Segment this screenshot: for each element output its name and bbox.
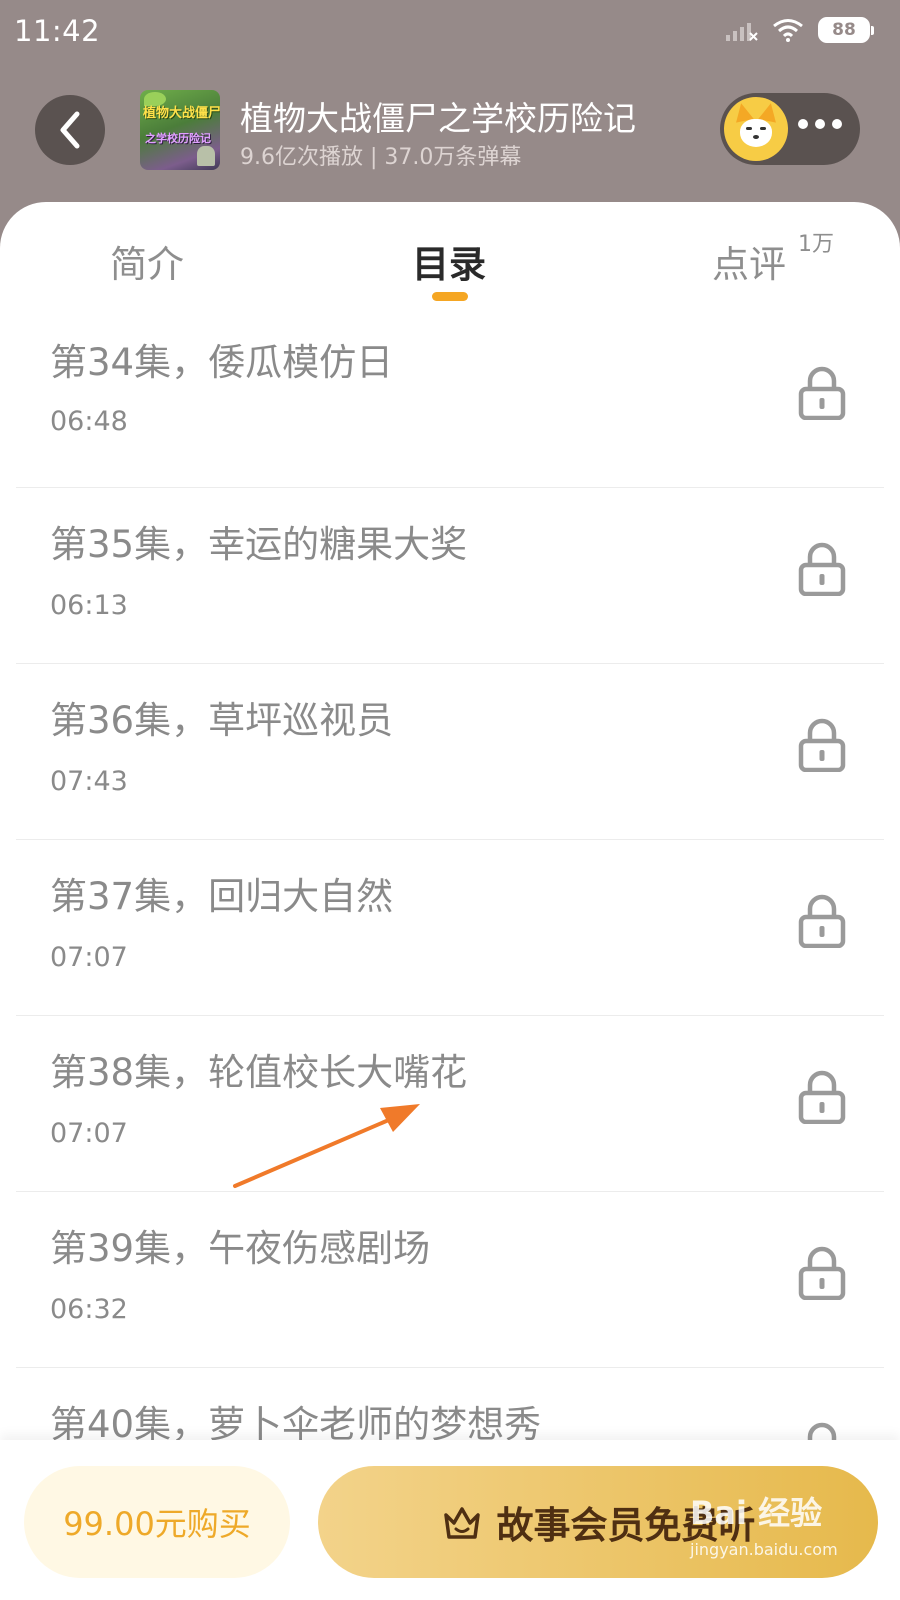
battery-level: 88 bbox=[832, 20, 856, 40]
vip-free-listen-button[interactable]: 故事会员免费听 bbox=[318, 1466, 878, 1578]
bottom-action-bar: 99.00元购买 故事会员免费听 bbox=[0, 1440, 900, 1600]
episode-item[interactable]: 第35集，幸运的糖果大奖 06:13 bbox=[0, 488, 900, 664]
buy-button[interactable]: 99.00元购买 bbox=[24, 1466, 290, 1578]
album-header: 植物大战僵尸 之学校历险记 植物大战僵尸之学校历险记 9.6亿次播放 | 37.… bbox=[0, 62, 900, 202]
back-button[interactable] bbox=[35, 95, 105, 165]
episode-duration: 07:07 bbox=[50, 1118, 128, 1149]
tab-bar: 简介 目录 点评 1万 bbox=[0, 202, 900, 312]
episode-duration: 06:32 bbox=[50, 1294, 128, 1325]
status-bar: 11:42 88 bbox=[0, 0, 900, 62]
chevron-left-icon bbox=[60, 111, 80, 149]
fox-mascot-icon[interactable] bbox=[724, 97, 788, 161]
episode-duration: 07:43 bbox=[50, 766, 128, 797]
vip-button-label: 故事会员免费听 bbox=[496, 1504, 756, 1547]
battery-icon: 88 bbox=[818, 17, 874, 43]
episode-item[interactable]: 第38集，轮值校长大嘴花 07:07 bbox=[0, 1016, 900, 1192]
album-stats: 9.6亿次播放 | 37.0万条弹幕 bbox=[240, 145, 522, 170]
episode-duration: 06:13 bbox=[50, 590, 128, 621]
tab-review[interactable]: 点评 bbox=[712, 234, 786, 288]
header-actions-pill bbox=[720, 93, 860, 165]
status-time: 11:42 bbox=[14, 14, 101, 48]
episode-title: 第37集，回归大自然 bbox=[50, 875, 394, 918]
active-tab-indicator bbox=[432, 292, 468, 301]
more-icon[interactable] bbox=[798, 119, 842, 129]
episode-title: 第38集，轮值校长大嘴花 bbox=[50, 1051, 468, 1094]
episode-list: 第34集，倭瓜模仿日 06:48 第35集，幸运的糖果大奖 06:13 第36集… bbox=[0, 312, 900, 1544]
episode-item[interactable]: 第39集，午夜伤感剧场 06:32 bbox=[0, 1192, 900, 1368]
lock-icon bbox=[798, 1070, 846, 1124]
cover-zombie-shape bbox=[197, 146, 215, 166]
lock-icon bbox=[798, 542, 846, 596]
episode-title: 第34集，倭瓜模仿日 bbox=[50, 341, 394, 384]
episode-title: 第39集，午夜伤感剧场 bbox=[50, 1227, 431, 1270]
lock-icon bbox=[798, 718, 846, 772]
episode-item[interactable]: 第34集，倭瓜模仿日 06:48 bbox=[0, 312, 900, 488]
album-title: 植物大战僵尸之学校历险记 bbox=[240, 99, 636, 138]
lock-icon bbox=[798, 1246, 846, 1300]
episode-duration: 07:07 bbox=[50, 942, 128, 973]
buy-button-label: 99.00元购买 bbox=[63, 1505, 251, 1543]
review-count-badge: 1万 bbox=[798, 232, 834, 257]
episode-item[interactable]: 第36集，草坪巡视员 07:43 bbox=[0, 664, 900, 840]
crown-bag-icon bbox=[443, 1507, 480, 1539]
episode-duration: 06:48 bbox=[50, 406, 128, 437]
episode-title: 第36集，草坪巡视员 bbox=[50, 699, 394, 742]
tab-catalog[interactable]: 目录 bbox=[412, 234, 486, 288]
signal-icon bbox=[726, 23, 758, 41]
content-card: 简介 目录 点评 1万 第34集，倭瓜模仿日 06:48 第35集，幸运的糖果大… bbox=[0, 202, 900, 1600]
episode-item[interactable]: 第37集，回归大自然 07:07 bbox=[0, 840, 900, 1016]
wifi-icon bbox=[773, 19, 803, 42]
album-cover[interactable]: 植物大战僵尸 之学校历险记 bbox=[140, 90, 220, 170]
status-icons: 88 bbox=[726, 16, 874, 44]
lock-icon bbox=[798, 366, 846, 420]
tab-intro[interactable]: 简介 bbox=[110, 234, 184, 288]
episode-title: 第35集，幸运的糖果大奖 bbox=[50, 523, 468, 566]
cover-text-line2: 之学校历险记 bbox=[145, 132, 211, 145]
lock-icon bbox=[798, 894, 846, 948]
cover-text-line1: 植物大战僵尸 bbox=[143, 106, 220, 121]
